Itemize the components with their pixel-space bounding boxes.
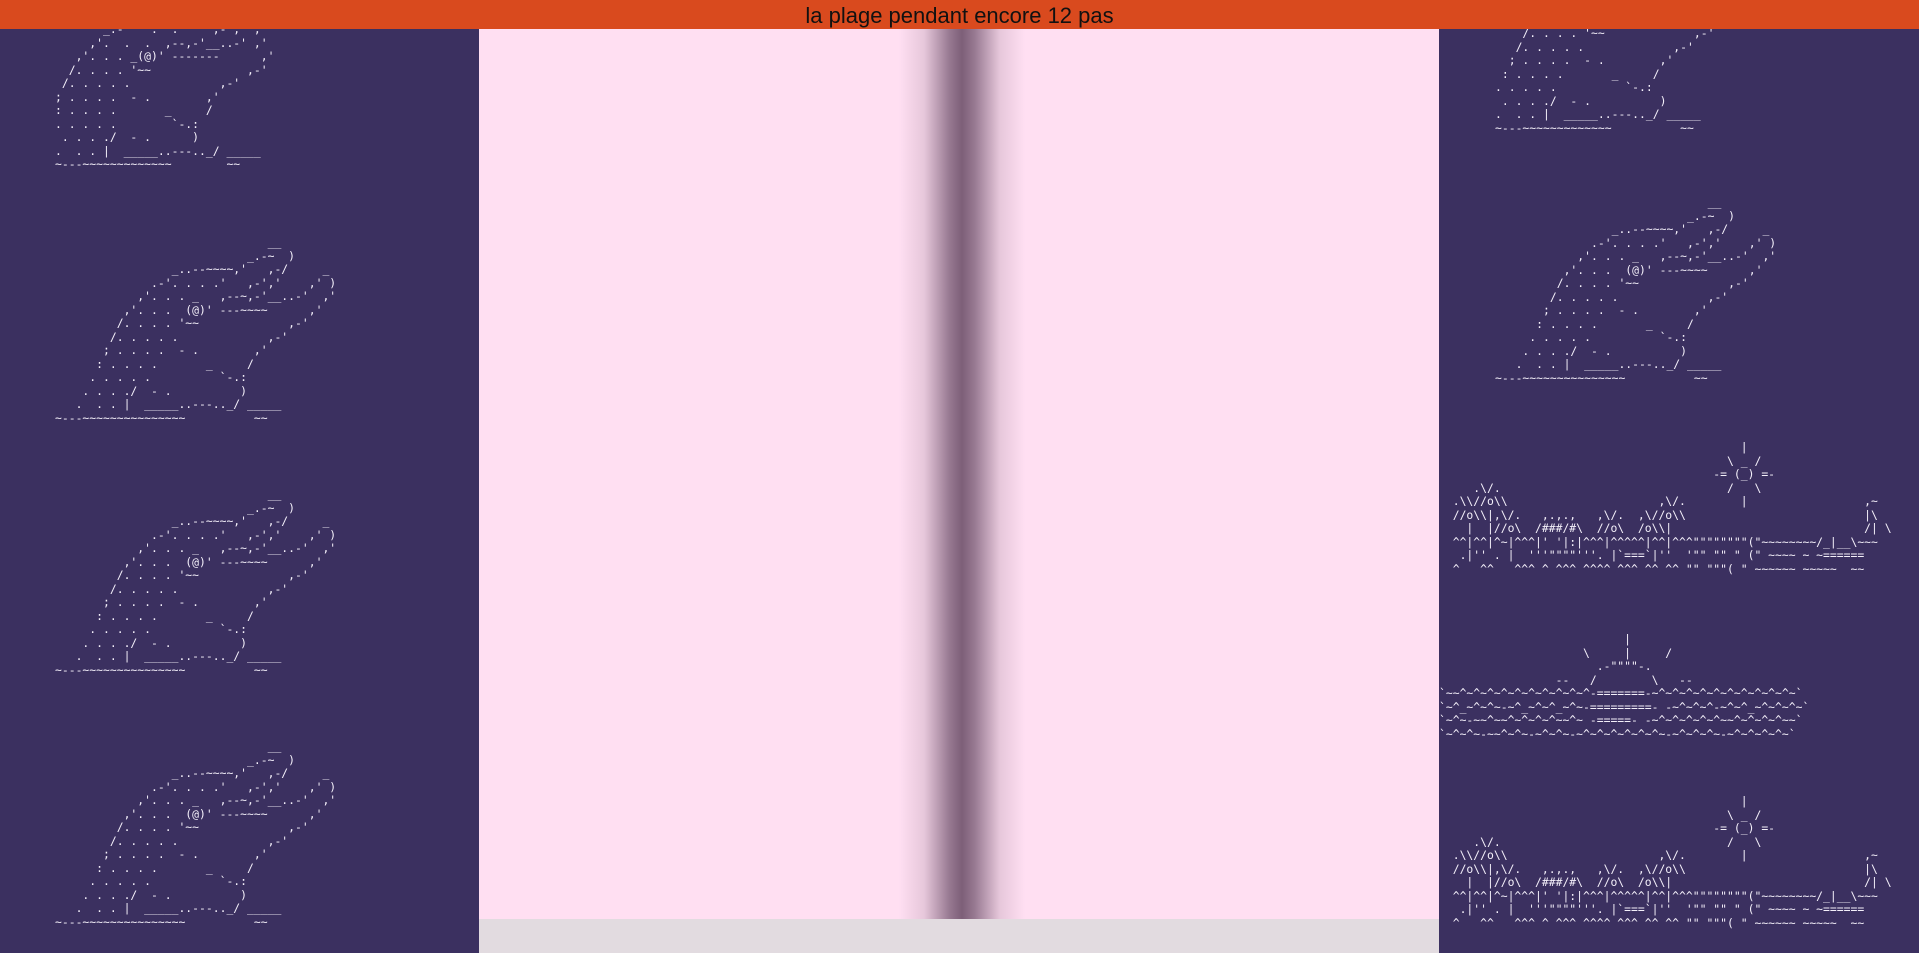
ascii-beach-art: | \ _ / -= (_) =- .\/. / \ .\\//o\\ ,\/.…: [1452, 440, 1892, 576]
ascii-dolphin-art: /. . . . '~~ ,-' /. . . . . ,-' ; . . . …: [1495, 29, 1715, 135]
game-stage[interactable]: [479, 29, 1439, 919]
ascii-dolphin-art: __ _.-~ ) _..--~~~~,' ,-/ _ .-'. . . .' …: [1495, 195, 1777, 385]
left-ascii-panel: _.-' . . ' ,-',' ,' ,'. . . ,--,-'__..-'…: [0, 29, 479, 953]
stage-floor: [479, 919, 1439, 953]
page-title: la plage pendant encore 12 pas: [0, 0, 1919, 29]
center-divider: [899, 29, 1025, 919]
ascii-dolphin-art: _.-' . . ' ,-',' ,' ,'. . . ,--,-'__..-'…: [55, 29, 275, 171]
ascii-dolphin-art: __ _.-~ ) _..--~~~~,' ,-/ _ .-'. . . .' …: [55, 235, 337, 425]
ascii-dolphin-art: __ _.-~ ) _..--~~~~,' ,-/ _ .-'. . . .' …: [55, 487, 337, 677]
right-ascii-panel: /. . . . '~~ ,-' /. . . . . ,-' ; . . . …: [1439, 29, 1919, 953]
ascii-sunset-art: | \ | / .-""""-. -- / \ -- `~~^~^~^~^~^~…: [1439, 632, 1810, 741]
ascii-beach-art: | \ _ / -= (_) =- .\/. / \ .\\//o\\ ,\/.…: [1452, 794, 1892, 930]
ascii-dolphin-art: __ _.-~ ) _..--~~~~,' ,-/ _ .-'. . . .' …: [55, 739, 337, 929]
